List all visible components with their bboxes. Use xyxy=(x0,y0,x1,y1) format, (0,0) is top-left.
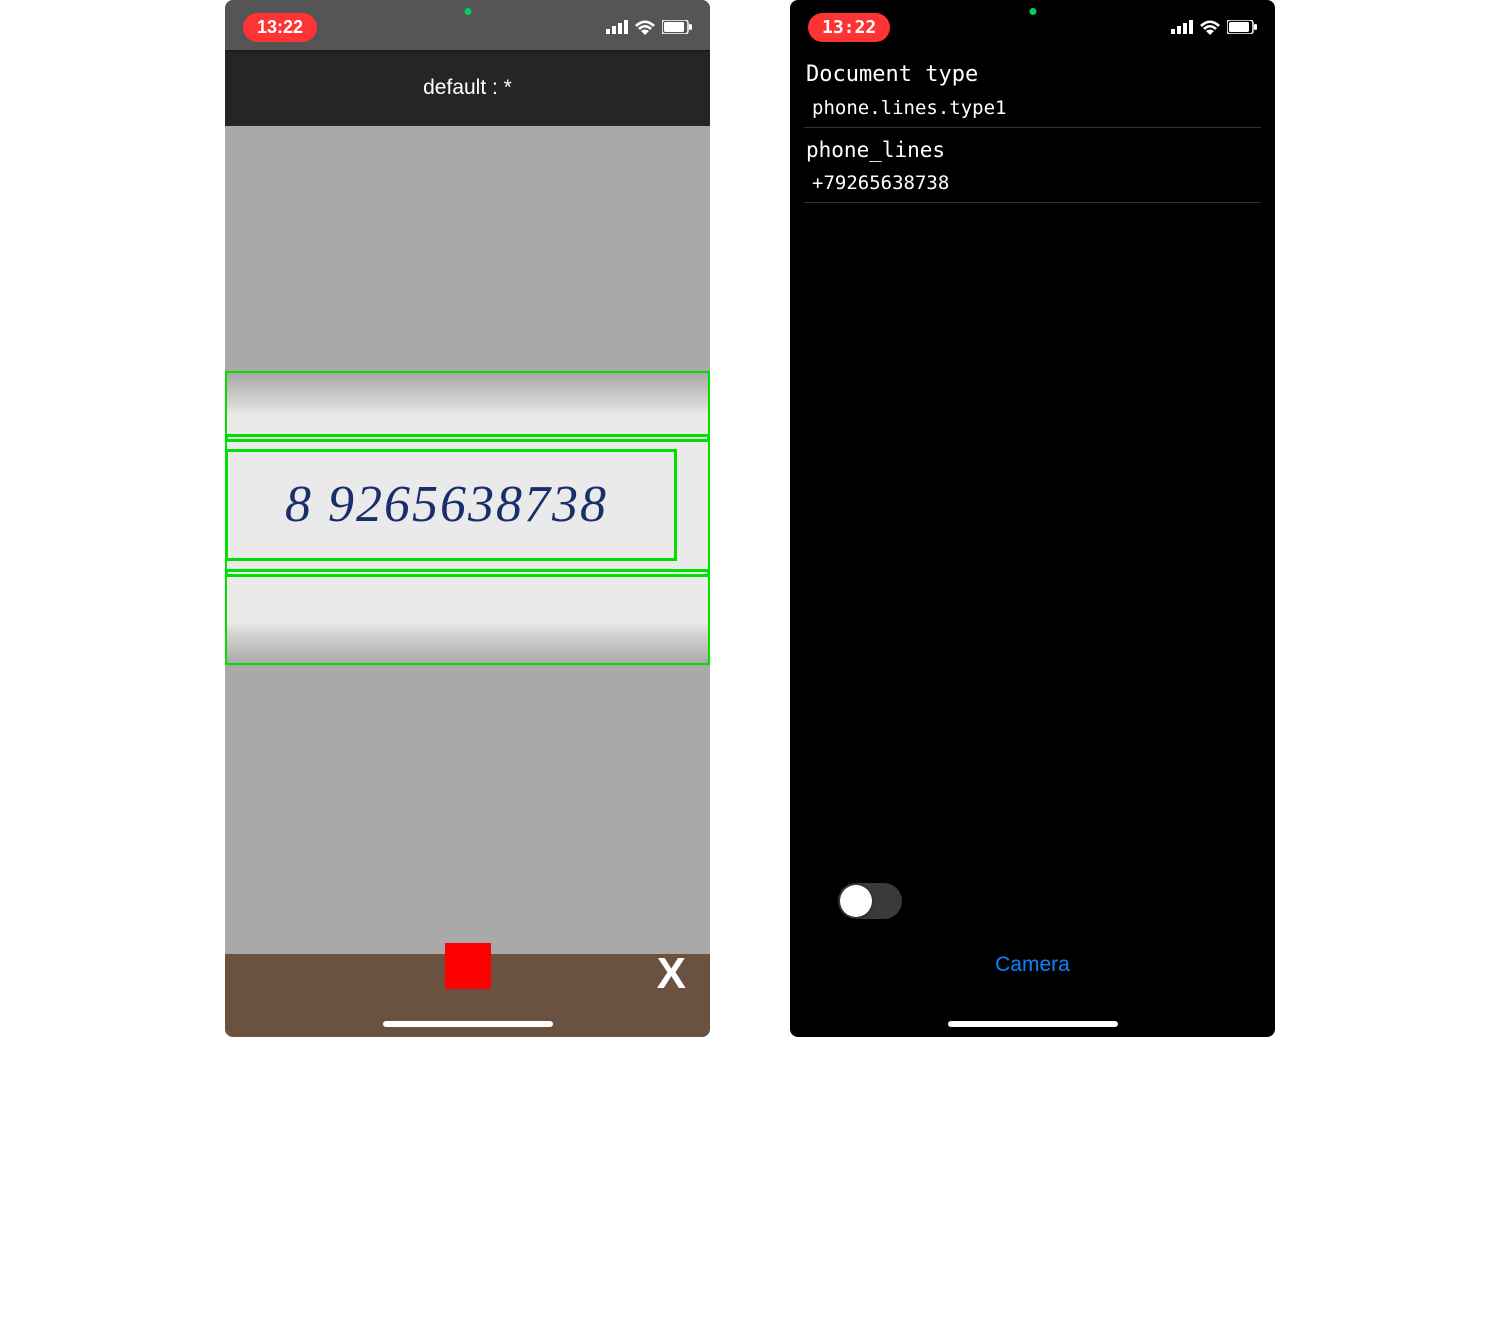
capture-title-bar: default : * xyxy=(225,50,710,126)
time-recording-pill[interactable]: 13:22 xyxy=(243,13,317,42)
camera-viewport xyxy=(225,0,710,1037)
wifi-icon xyxy=(1199,19,1221,35)
results-screen: 13:22 Document type phone.lines.type1 ph… xyxy=(790,0,1275,1037)
wifi-icon xyxy=(634,19,656,35)
close-button[interactable]: X xyxy=(657,949,686,999)
toggle-switch[interactable] xyxy=(838,883,902,919)
cellular-icon xyxy=(1171,20,1193,34)
home-indicator[interactable] xyxy=(383,1021,553,1027)
stop-record-button[interactable] xyxy=(445,943,491,989)
camera-link[interactable]: Camera xyxy=(790,953,1275,977)
document-type-heading: Document type xyxy=(806,62,1261,87)
toggle-knob-icon xyxy=(840,885,872,917)
capture-mode-label: default : * xyxy=(423,76,512,100)
status-bar: 13:22 xyxy=(225,10,710,44)
home-indicator[interactable] xyxy=(948,1021,1118,1027)
camera-capture-screen: 13:22 default : * 8 9265638738 X xyxy=(225,0,710,1037)
status-icons xyxy=(1171,19,1257,35)
phone-lines-heading: phone_lines xyxy=(806,138,1261,162)
cellular-icon xyxy=(606,20,628,34)
status-bar: 13:22 xyxy=(790,10,1275,44)
battery-icon xyxy=(662,20,692,34)
battery-icon xyxy=(1227,20,1257,34)
status-icons xyxy=(606,19,692,35)
phone-lines-value: +79265638738 xyxy=(804,172,1261,203)
camera-active-dot-icon xyxy=(1029,8,1036,15)
time-recording-pill[interactable]: 13:22 xyxy=(808,13,890,42)
camera-active-dot-icon xyxy=(464,8,471,15)
document-type-value: phone.lines.type1 xyxy=(804,97,1261,128)
